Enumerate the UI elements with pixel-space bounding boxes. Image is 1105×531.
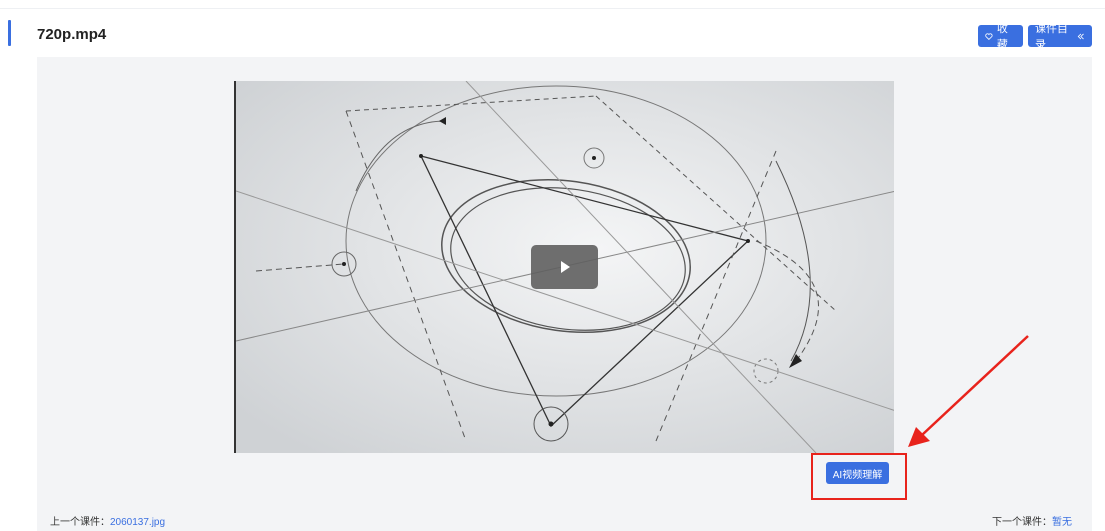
- title-accent-bar: [8, 20, 11, 46]
- play-icon: [560, 261, 570, 273]
- page: 720p.mp4 收藏 课件目录 AI视频理解 上一个课件：2060137.jp…: [0, 0, 1105, 531]
- heart-icon: [985, 32, 993, 40]
- ai-video-understanding-button[interactable]: AI视频理解: [826, 462, 889, 484]
- prev-label: 上一个课件：: [50, 517, 110, 528]
- favorite-button[interactable]: 收藏: [978, 23, 1023, 51]
- catalog-label: 课件目录: [1035, 23, 1068, 51]
- top-divider: [0, 8, 1105, 9]
- favorite-label: 收藏: [996, 23, 1008, 51]
- previous-courseware: 上一个课件：2060137.jpg: [50, 513, 165, 528]
- prev-courseware-link[interactable]: 2060137.jpg: [110, 517, 165, 528]
- course-catalog-button[interactable]: 课件目录: [1028, 23, 1092, 51]
- double-chevron-left-icon: [1077, 33, 1084, 39]
- page-title: 720p.mp4: [37, 26, 107, 43]
- next-courseware-link[interactable]: 暂无: [1052, 517, 1072, 528]
- next-label: 下一个课件：: [992, 517, 1052, 528]
- play-button[interactable]: [531, 245, 598, 289]
- next-courseware: 下一个课件：暂无: [992, 513, 1072, 528]
